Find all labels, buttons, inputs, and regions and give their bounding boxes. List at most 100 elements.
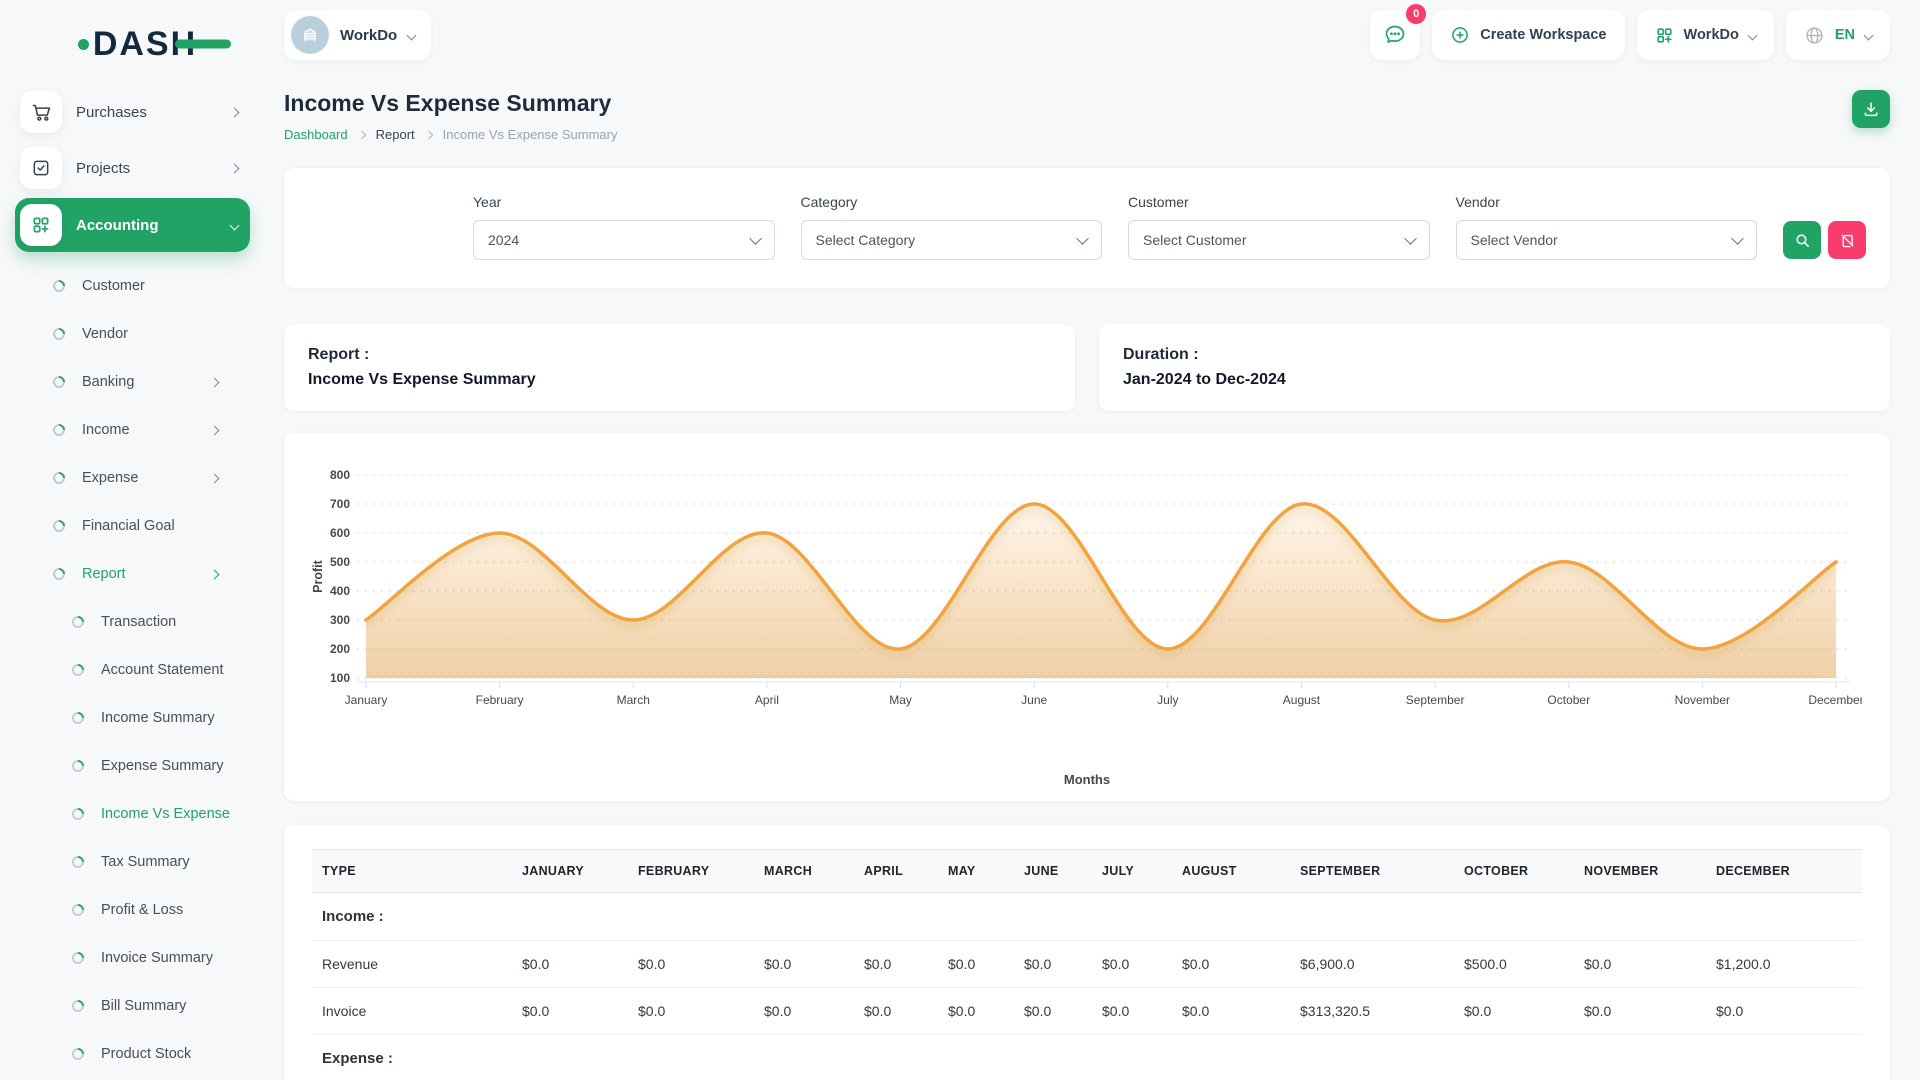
- column-header-august: AUGUST: [1172, 850, 1290, 893]
- sidebar-item-label: Vendor: [65, 326, 260, 342]
- sidebar-item-vendor[interactable]: Vendor: [15, 310, 260, 358]
- column-header-september: SEPTEMBER: [1290, 850, 1454, 893]
- logo-dot-icon: [78, 39, 89, 50]
- dash-logo[interactable]: DASH: [15, 16, 260, 72]
- sidebar-item-label: Expense Summary: [84, 758, 260, 774]
- section-row-expense: Expense :: [312, 1035, 1862, 1080]
- workspace-avatar: [291, 16, 329, 54]
- sidebar-item-label: Invoice Summary: [84, 950, 260, 966]
- workspace-switcher[interactable]: WorkDo: [284, 10, 431, 60]
- income-expense-area-chart: 100200300400500600700800JanuaryFebruaryM…: [308, 453, 1866, 770]
- sidebar: DASH Purchases Projects Accounting Custo…: [0, 0, 260, 1080]
- sidebar-item-label: Profit & Loss: [84, 902, 260, 918]
- sidebar-item-customer[interactable]: Customer: [15, 262, 260, 310]
- breadcrumb-report[interactable]: Report: [376, 127, 415, 142]
- main-area: WorkDo 0 Create Workspace WorkDo EN: [260, 0, 1920, 1080]
- page-content: Income Vs Expense Summary Dashboard Repo…: [260, 90, 1920, 1080]
- sidebar-menu: Purchases Projects Accounting: [15, 86, 260, 252]
- logo-text: DASH: [93, 27, 197, 61]
- income-vs-expense-table: TYPEJANUARYFEBRUARYMARCHAPRILMAYJUNEJULY…: [312, 849, 1862, 1080]
- report-summary-card: Report : Income Vs Expense Summary: [284, 324, 1075, 411]
- breadcrumb-current: Income Vs Expense Summary: [443, 127, 618, 142]
- logo-dash-bar: [175, 40, 231, 49]
- language-selector[interactable]: EN: [1786, 10, 1890, 60]
- messages-button[interactable]: 0: [1370, 10, 1420, 60]
- column-header-january: JANUARY: [512, 850, 628, 893]
- chevron-down-icon: [1864, 30, 1874, 40]
- sidebar-item-projects[interactable]: Projects: [15, 142, 250, 194]
- create-workspace-button[interactable]: Create Workspace: [1432, 10, 1624, 60]
- page-title: Income Vs Expense Summary: [284, 90, 618, 117]
- download-icon: [1862, 100, 1880, 118]
- sidebar-item-income-summary[interactable]: Income Summary: [15, 694, 260, 742]
- svg-text:January: January: [345, 693, 388, 707]
- sidebar-item-expense-summary[interactable]: Expense Summary: [15, 742, 260, 790]
- sidebar-item-transaction[interactable]: Transaction: [15, 598, 260, 646]
- sidebar-item-tax-summary[interactable]: Tax Summary: [15, 838, 260, 886]
- svg-text:February: February: [476, 693, 524, 707]
- sidebar-item-label: Income Vs Expense: [84, 806, 260, 822]
- svg-text:800: 800: [330, 468, 350, 482]
- year-select-wrap: 2024: [473, 220, 775, 260]
- svg-text:June: June: [1021, 693, 1047, 707]
- sidebar-item-profit-loss[interactable]: Profit & Loss: [15, 886, 260, 934]
- cart-icon: [20, 91, 62, 133]
- sidebar-item-bill-summary[interactable]: Bill Summary: [15, 982, 260, 1030]
- duration-card-value: Jan-2024 to Dec-2024: [1123, 371, 1866, 389]
- apply-filter-button[interactable]: [1783, 221, 1821, 259]
- sidebar-item-banking[interactable]: Banking: [15, 358, 260, 406]
- sidebar-item-label: Customer: [65, 278, 260, 294]
- sidebar-item-label: Income Summary: [84, 710, 260, 726]
- svg-text:200: 200: [330, 642, 350, 656]
- sidebar-item-accounting[interactable]: Accounting: [15, 198, 250, 252]
- sidebar-item-invoice-summary[interactable]: Invoice Summary: [15, 934, 260, 982]
- column-header-june: JUNE: [1014, 850, 1092, 893]
- svg-text:July: July: [1157, 693, 1178, 707]
- sidebar-item-financial-goal[interactable]: Financial Goal: [15, 502, 260, 550]
- create-workspace-label: Create Workspace: [1480, 27, 1606, 43]
- sidebar-item-label: Banking: [65, 374, 211, 390]
- svg-text:100: 100: [330, 671, 350, 685]
- svg-text:May: May: [889, 693, 912, 707]
- sidebar-item-expense[interactable]: Expense: [15, 454, 260, 502]
- customer-select[interactable]: Select Customer: [1128, 220, 1430, 260]
- vendor-field: Vendor Select Vendor: [1456, 194, 1758, 260]
- sidebar-item-income[interactable]: Income: [15, 406, 260, 454]
- plus-circle-icon: [1450, 25, 1470, 45]
- duration-card-title: Duration :: [1123, 346, 1866, 364]
- globe-icon: [1804, 25, 1825, 46]
- table-row-revenue: Revenue$0.0$0.0$0.0$0.0$0.0$0.0$0.0$0.0$…: [312, 941, 1862, 988]
- category-field: CategorySelect Category: [801, 194, 1103, 260]
- report-card-title: Report :: [308, 346, 1051, 364]
- category-select[interactable]: Select Category: [801, 220, 1103, 260]
- sidebar-item-account-statement[interactable]: Account Statement: [15, 646, 260, 694]
- reset-filter-button[interactable]: [1828, 221, 1866, 259]
- category-select-wrap: Select Category: [801, 220, 1103, 260]
- sidebar-item-product-stock[interactable]: Product Stock: [15, 1030, 260, 1078]
- sidebar-item-label: Projects: [76, 160, 217, 177]
- column-header-may: MAY: [938, 850, 1014, 893]
- svg-text:April: April: [755, 693, 779, 707]
- sidebar-item-label: Report: [65, 566, 211, 582]
- chevron-right-icon: [210, 569, 220, 579]
- workdo-menu-button[interactable]: WorkDo: [1637, 10, 1774, 60]
- chevron-down-icon: [407, 30, 417, 40]
- svg-text:November: November: [1675, 693, 1730, 707]
- vendor-label: Vendor: [1456, 194, 1758, 210]
- sidebar-item-income-vs-expense[interactable]: Income Vs Expense: [15, 790, 260, 838]
- messages-count-badge: 0: [1406, 4, 1426, 24]
- year-select[interactable]: 2024: [473, 220, 775, 260]
- vendor-select[interactable]: Select Vendor: [1456, 220, 1758, 260]
- section-row-income: Income :: [312, 893, 1862, 941]
- sidebar-item-purchases[interactable]: Purchases: [15, 86, 250, 138]
- apps-add-icon: [1655, 26, 1674, 45]
- breadcrumb-dashboard[interactable]: Dashboard: [284, 127, 348, 142]
- sidebar-item-label: Tax Summary: [84, 854, 260, 870]
- chevron-down-icon: [230, 220, 240, 230]
- svg-text:September: September: [1406, 693, 1465, 707]
- chevron-right-icon: [230, 163, 240, 173]
- sidebar-item-label: Transaction: [84, 614, 260, 630]
- download-report-button[interactable]: [1852, 90, 1890, 128]
- workdo-menu-label: WorkDo: [1684, 27, 1739, 43]
- sidebar-item-report[interactable]: Report: [15, 550, 260, 598]
